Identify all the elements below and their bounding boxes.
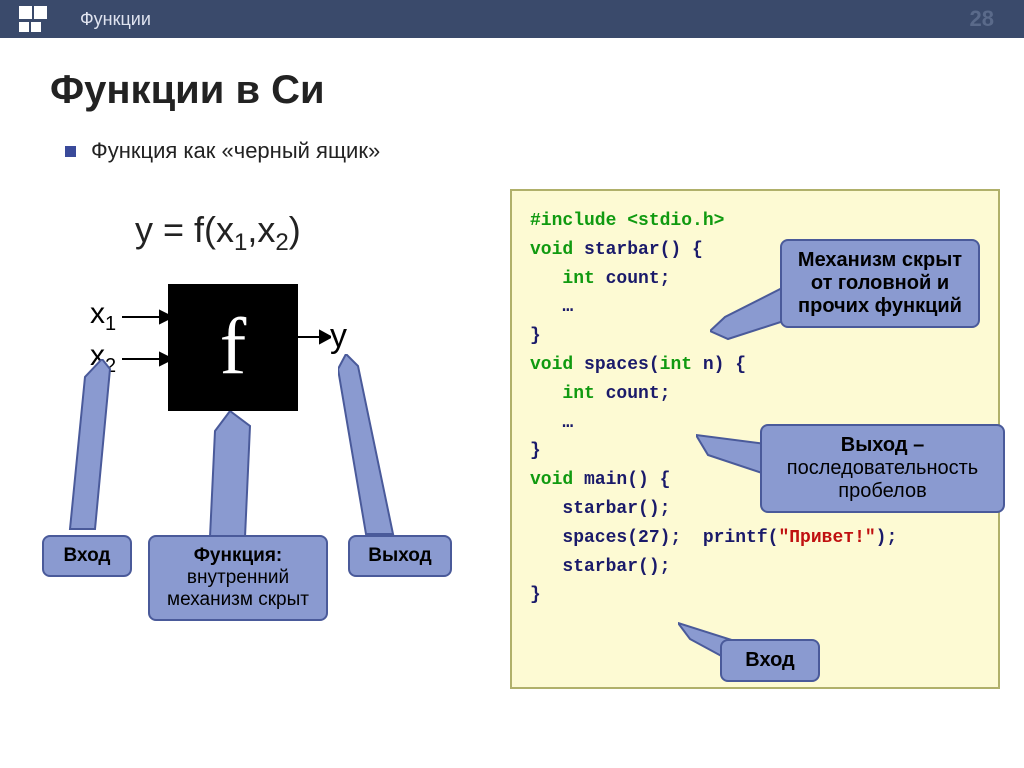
label-y: y — [330, 317, 347, 356]
formula-text: y = f(x1,x2) — [135, 209, 301, 257]
code-line: } — [530, 581, 980, 610]
header-bar: Функции 28 — [0, 0, 1024, 38]
content-area: y = f(x1,x2) x1 x2 y f Вход Функция: вну… — [0, 199, 1024, 729]
function-blackbox: f — [168, 284, 298, 411]
callout-right-output: Выход – последовательность пробелов — [760, 424, 1005, 513]
bullet-marker-icon — [65, 146, 76, 157]
callout-output: Выход — [348, 535, 452, 577]
slide-title: Функции в Си — [50, 68, 1024, 113]
pointer-function-icon — [195, 411, 275, 539]
code-line: int count; — [530, 380, 980, 409]
pointer-output-icon — [338, 354, 408, 539]
bullet-item: Функция как «черный ящик» — [65, 138, 1024, 164]
header-title: Функции — [80, 9, 151, 30]
callout-mechanism: Механизм скрыт от головной и прочих функ… — [780, 239, 980, 328]
arrow-x2-icon — [122, 349, 172, 369]
label-x1: x1 — [90, 297, 116, 336]
code-line: spaces(27); printf("Привет!"); — [530, 524, 980, 553]
callout-right-input: Вход — [720, 639, 820, 682]
code-line: starbar(); — [530, 553, 980, 582]
bullet-text: Функция как «черный ящик» — [91, 138, 380, 164]
code-line: void spaces(int n) { — [530, 351, 980, 380]
callout-input: Вход — [42, 535, 132, 577]
pointer-input-icon — [50, 359, 120, 539]
code-line: #include <stdio.h> — [530, 207, 980, 236]
page-number: 28 — [970, 6, 994, 32]
arrow-x1-icon — [122, 307, 172, 327]
header-logo-squares — [0, 0, 60, 38]
callout-function: Функция: внутренний механизм скрыт — [148, 535, 328, 621]
arrow-y-icon — [296, 327, 331, 347]
